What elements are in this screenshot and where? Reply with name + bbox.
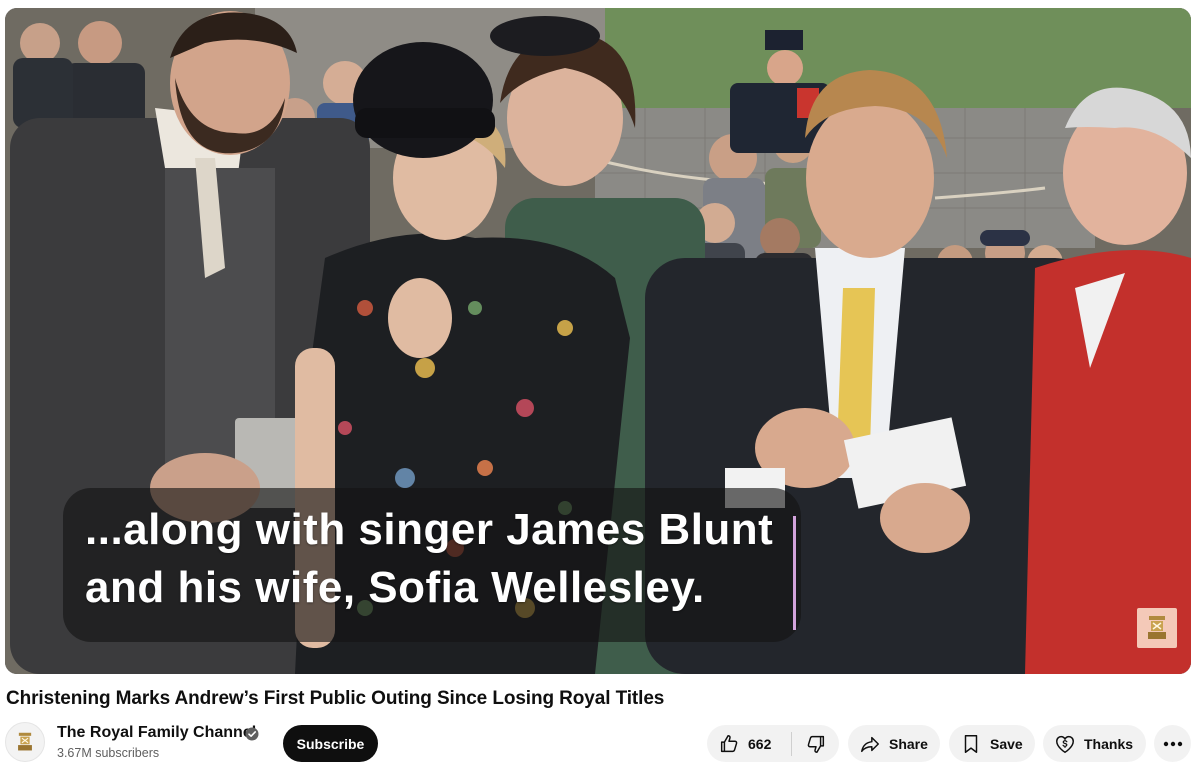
more-actions-button[interactable] [1154, 725, 1191, 762]
royal-crest-icon [1148, 616, 1166, 639]
thumbs-down-icon [807, 735, 824, 753]
caption-line-2: and his wife, Sofia Wellesley. [85, 563, 705, 612]
caption-line-1: ...along with singer James Blunt [85, 505, 774, 554]
thanks-dollar-icon [1056, 735, 1074, 753]
thumbs-up-icon [720, 734, 738, 752]
share-button[interactable]: Share [848, 725, 940, 762]
channel-name[interactable]: The Royal Family Channel [57, 724, 256, 742]
thanks-label: Thanks [1084, 735, 1134, 752]
dislike-button[interactable] [792, 725, 839, 762]
save-button[interactable]: Save [949, 725, 1035, 762]
caption-cursor [793, 516, 796, 630]
channel-avatar[interactable] [5, 722, 45, 762]
more-horizontal-icon [1163, 741, 1182, 746]
video-title: Christening Marks Andrew’s First Public … [6, 688, 665, 709]
subscribe-button[interactable]: Subscribe [283, 725, 378, 762]
royal-crest-icon [18, 732, 32, 751]
video-player[interactable]: ...along with singer James Blunt and his… [5, 8, 1191, 674]
share-arrow-icon [861, 736, 879, 752]
like-count: 662 [748, 735, 772, 752]
like-button[interactable]: 662 [707, 725, 791, 762]
verified-badge-icon [245, 727, 259, 741]
save-label: Save [990, 735, 1023, 752]
share-label: Share [889, 735, 928, 752]
subscriber-count: 3.67M subscribers [57, 746, 160, 760]
thanks-button[interactable]: Thanks [1043, 725, 1146, 762]
like-dislike-group: 662 [707, 725, 839, 762]
channel-watermark[interactable] [1137, 608, 1177, 648]
bookmark-icon [964, 734, 978, 753]
